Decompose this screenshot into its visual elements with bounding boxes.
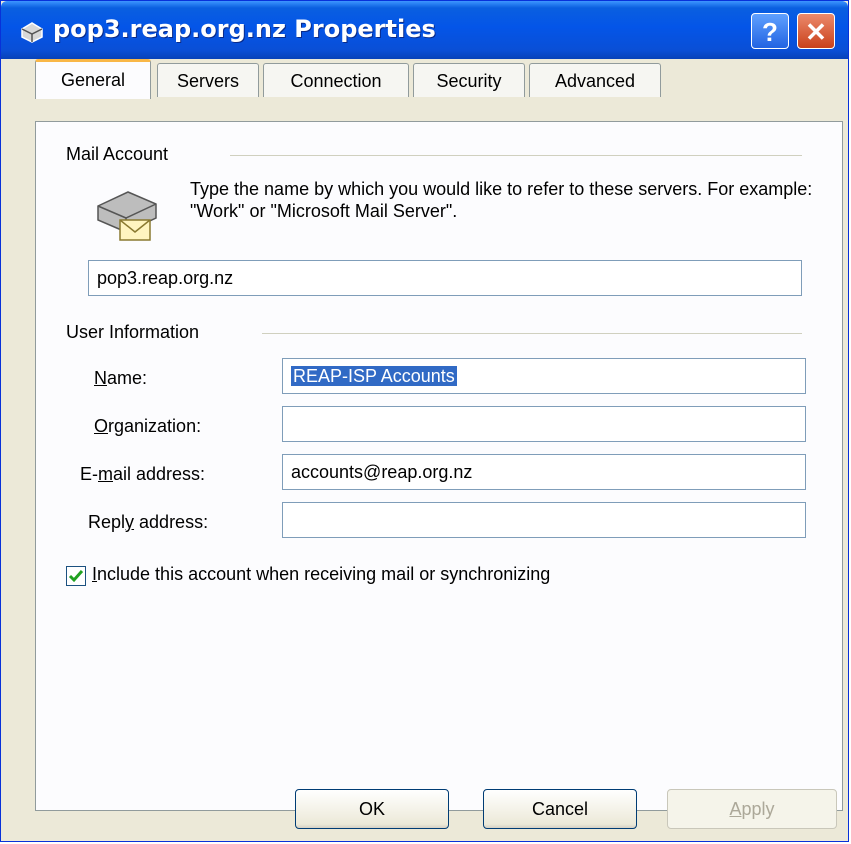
checkmark-icon <box>68 570 84 583</box>
name-value-selected: REAP-ISP Accounts <box>291 366 457 386</box>
tab-general[interactable]: General <box>35 59 151 99</box>
user-information-divider <box>262 333 802 334</box>
tab-security[interactable]: Security <box>413 63 525 97</box>
include-account-checkbox[interactable] <box>66 566 86 586</box>
mail-account-divider <box>230 155 802 156</box>
email-address-label: E-mail address: <box>80 464 206 484</box>
name-input[interactable]: REAP-ISP Accounts <box>282 358 806 394</box>
name-label: Name: <box>94 368 148 388</box>
mail-account-description: Type the name by which you would like to… <box>190 179 813 221</box>
organization-label: Organization: <box>94 416 202 436</box>
mail-account-heading: Mail Account <box>66 144 169 164</box>
organization-input[interactable] <box>282 406 806 442</box>
include-account-label[interactable]: Include this account when receiving mail… <box>92 564 550 585</box>
properties-dialog: pop3.reap.org.nz Properties ? ✕ General … <box>0 0 849 842</box>
reply-address-label: Reply address: <box>88 512 209 532</box>
window-title: pop3.reap.org.nz Properties <box>53 15 436 43</box>
close-button[interactable]: ✕ <box>797 13 835 49</box>
tab-advanced[interactable]: Advanced <box>529 63 661 97</box>
general-tab-panel: Mail Account Type the name by which you … <box>35 121 843 811</box>
apply-button[interactable]: Apply <box>667 789 837 829</box>
title-bar[interactable]: pop3.reap.org.nz Properties ? ✕ <box>1 1 848 59</box>
account-icon <box>21 22 43 43</box>
email-address-input[interactable]: accounts@reap.org.nz <box>282 454 806 490</box>
ok-button[interactable]: OK <box>295 789 449 829</box>
tab-servers[interactable]: Servers <box>157 63 259 97</box>
tab-connection[interactable]: Connection <box>263 63 409 97</box>
account-name-input[interactable]: pop3.reap.org.nz <box>88 260 802 296</box>
mail-server-icon <box>97 191 157 241</box>
dialog-client-area: General Servers Connection Security Adva… <box>9 59 843 833</box>
user-information-heading: User Information <box>66 322 200 342</box>
reply-address-input[interactable] <box>282 502 806 538</box>
help-button[interactable]: ? <box>751 13 789 49</box>
cancel-button[interactable]: Cancel <box>483 789 637 829</box>
